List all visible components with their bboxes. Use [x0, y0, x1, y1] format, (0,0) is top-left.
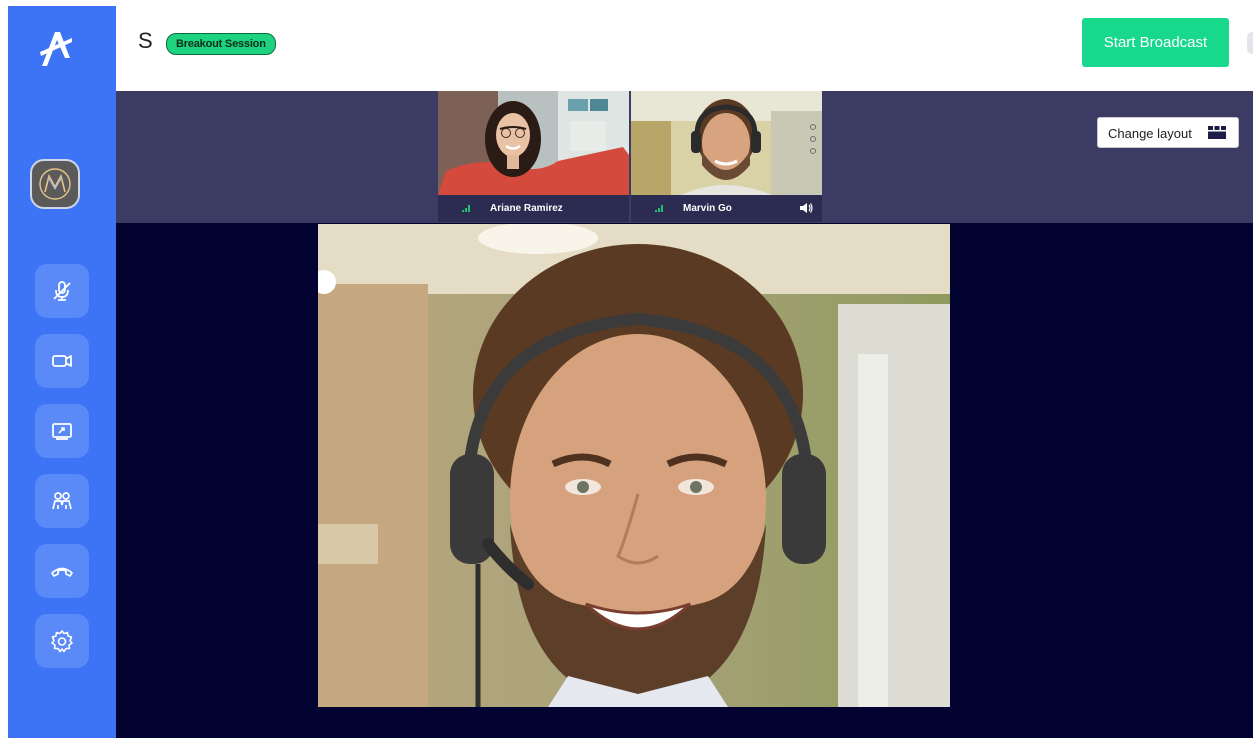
sidebar: [8, 6, 116, 738]
speaker-volume-icon[interactable]: [799, 202, 813, 214]
user-avatar[interactable]: [30, 159, 80, 209]
participant-tile[interactable]: Ariane Ramirez: [438, 91, 629, 222]
change-layout-label: Change layout: [1108, 126, 1192, 141]
app-logo-icon[interactable]: [38, 28, 74, 68]
screen-share-button[interactable]: [35, 404, 89, 458]
mic-muted-icon: [53, 281, 71, 301]
participants-button[interactable]: [35, 474, 89, 528]
header-edge-control[interactable]: [1247, 32, 1253, 54]
signal-strength-icon: [462, 205, 470, 212]
session-badge: Breakout Session: [166, 33, 276, 55]
hang-up-button[interactable]: [35, 544, 89, 598]
room-title: S: [138, 28, 153, 53]
signal-strength-icon: [655, 205, 663, 212]
screen-share-icon: [52, 423, 72, 440]
mute-microphone-button[interactable]: [35, 264, 89, 318]
participant-name: Ariane Ramirez: [490, 203, 563, 214]
hang-up-icon: [51, 567, 73, 577]
settings-icon: [51, 630, 73, 653]
participants-icon: [52, 492, 72, 510]
monogram-icon: [39, 168, 71, 200]
settings-button[interactable]: [35, 614, 89, 668]
participant-name: Marvin Go: [683, 203, 732, 214]
participant-nameplate: Marvin Go: [631, 195, 822, 222]
change-layout-button[interactable]: Change layout: [1097, 117, 1239, 148]
top-bar: S Breakout Session Start Broadcast: [116, 6, 1253, 91]
start-broadcast-button[interactable]: Start Broadcast: [1082, 18, 1229, 67]
camera-icon: [52, 355, 72, 367]
participant-strip: Ariane Ramirez Marvin Go Change layout: [116, 91, 1253, 223]
layout-grid-icon: [1208, 126, 1226, 139]
participant-tile[interactable]: Marvin Go: [631, 91, 822, 222]
camera-toggle-button[interactable]: [35, 334, 89, 388]
speaker-video-frame: [318, 224, 950, 707]
participant-video-marvin: [631, 91, 822, 195]
participant-nameplate: Ariane Ramirez: [438, 195, 629, 222]
active-speaker-video: [318, 224, 950, 707]
video-stage: Ariane Ramirez Marvin Go Change layout: [116, 91, 1253, 738]
participant-video-ariane: [438, 91, 629, 195]
